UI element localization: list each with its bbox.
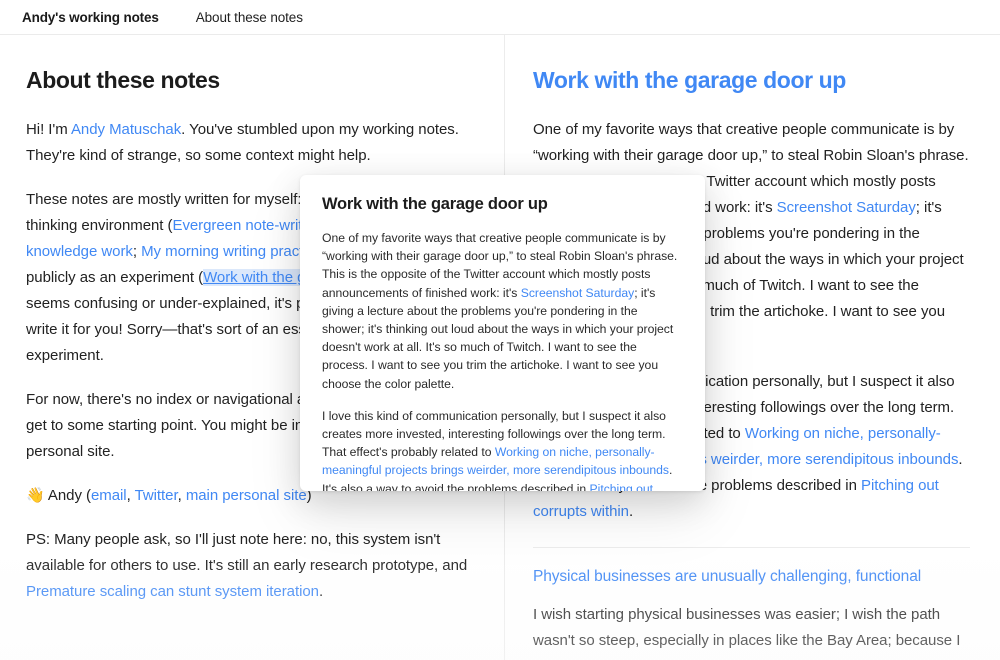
text-run: , xyxy=(126,486,135,504)
note-title-work-with-the-garage-door-up[interactable]: Work with the garage door up xyxy=(533,67,970,95)
text-run: PS: Many people ask, so I'll just note h… xyxy=(26,530,468,574)
link-andy-matuschak[interactable]: Andy Matuschak xyxy=(71,121,181,138)
app-root: Andy's working notes About these notes A… xyxy=(0,0,1000,660)
link-main-personal-site[interactable]: main personal site xyxy=(186,487,307,504)
popover-title: Work with the garage door up xyxy=(322,195,548,213)
text-run: . xyxy=(318,582,324,600)
nav-item-about-these-notes[interactable]: About these notes xyxy=(196,10,303,25)
popover-paragraph-definition: One of my favorite ways that creative pe… xyxy=(322,229,683,393)
note-title-about-these-notes: About these notes xyxy=(26,67,220,93)
text-run: ; it's giving a lecture about the proble… xyxy=(322,285,674,391)
text-run: , xyxy=(177,486,186,504)
waving-hand-icon: 👋 xyxy=(26,486,45,504)
text-run: . xyxy=(628,502,634,520)
link-my-morning-writing-practice[interactable]: My morning writing practice xyxy=(141,243,322,260)
link-email[interactable]: email xyxy=(91,487,127,504)
section-divider xyxy=(533,546,970,548)
top-navigation-bar: Andy's working notes About these notes xyxy=(0,0,1000,35)
subsection-heading-physical-businesses[interactable]: Physical businesses are unusually challe… xyxy=(533,568,970,586)
site-brand-link[interactable]: Andy's working notes xyxy=(22,10,159,25)
text-run: Andy ( xyxy=(44,486,91,504)
link-screenshot-saturday[interactable]: Screenshot Saturday xyxy=(777,199,916,216)
text-run: ; xyxy=(132,242,142,260)
paragraph-physical-businesses: I wish starting physical businesses was … xyxy=(533,605,961,660)
text-run: Hi! I'm xyxy=(26,120,71,138)
paragraph-intro: Hi! I'm Andy Matuschak. You've stumbled … xyxy=(26,117,477,169)
popover-paragraph-i-love-this-communication: I love this kind of communication person… xyxy=(322,407,683,491)
link-premature-scaling[interactable]: Premature scaling can stunt system itera… xyxy=(26,583,319,600)
link-twitter[interactable]: Twitter xyxy=(135,487,178,504)
note-preview-popover[interactable]: Work with the garage door up One of my f… xyxy=(300,175,705,491)
paragraph-postscript: PS: Many people ask, so I'll just note h… xyxy=(26,527,477,605)
popover-link-screenshot-saturday[interactable]: Screenshot Saturday xyxy=(521,286,634,300)
